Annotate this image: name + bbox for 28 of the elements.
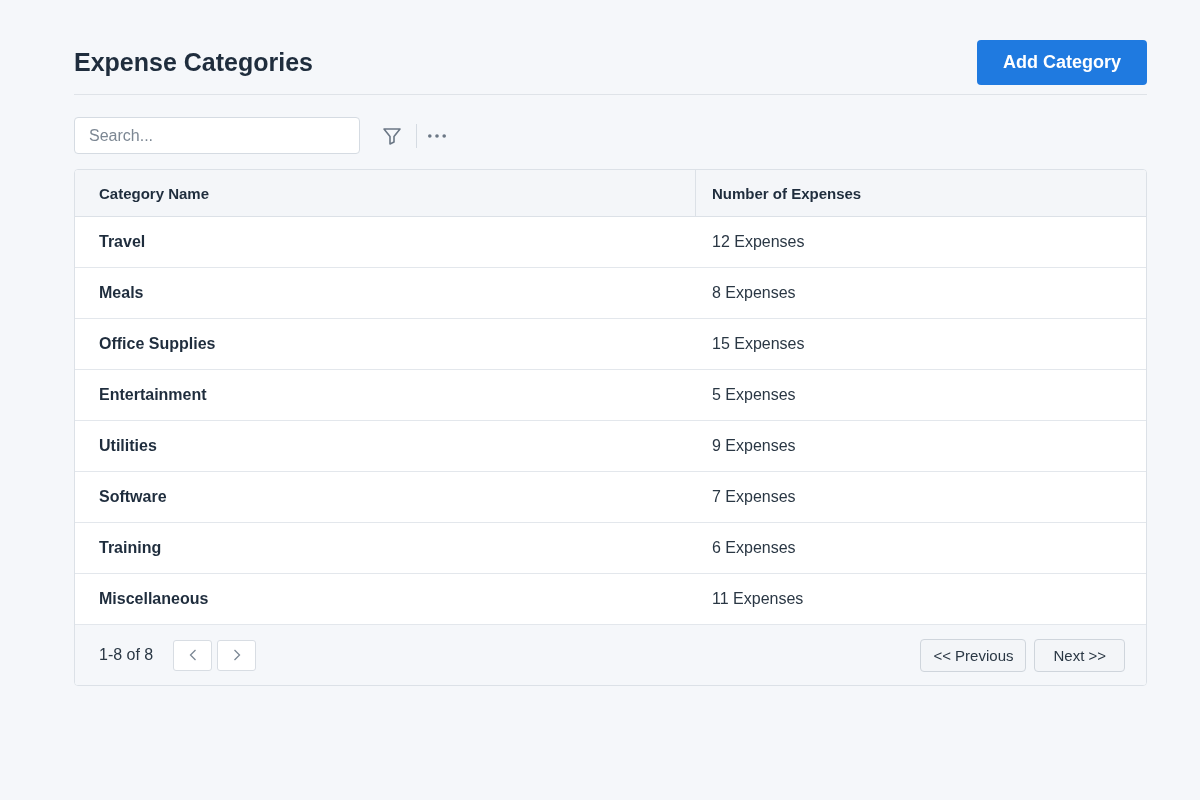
category-name-cell-text: Office Supplies — [98, 334, 217, 354]
expense-count-cell-text: 8 Expenses — [711, 283, 797, 303]
next-button[interactable]: Next >> — [1034, 638, 1125, 672]
search-field[interactable]: Search... — [74, 117, 360, 154]
column-header: Category Name — [98, 183, 211, 204]
add-category-button[interactable]: Add Category — [977, 40, 1147, 85]
chevron-left-icon — [188, 649, 197, 661]
more-icon[interactable] — [428, 133, 446, 138]
expense-count-cell-text: 9 Expenses — [711, 436, 797, 456]
chevron-right-icon — [232, 649, 241, 661]
category-name-cell-text: Meals — [98, 283, 145, 303]
expense-count-cell-text: 15 Expenses — [711, 334, 806, 354]
category-name-cell-text: Miscellaneous — [98, 589, 210, 609]
expense-count-cell-text: 6 Expenses — [711, 538, 797, 558]
previous-button[interactable]: << Previous — [920, 638, 1027, 672]
expense-count-cell-text: 7 Expenses — [711, 487, 797, 507]
category-name-cell-text: Entertainment — [98, 385, 208, 405]
expense-count-cell-text: 12 Expenses — [711, 232, 806, 252]
expense-count-cell-text: 5 Expenses — [711, 385, 797, 405]
category-name-cell-text: Training — [98, 538, 163, 558]
category-name-cell-text: Software — [98, 487, 168, 507]
category-name-cell-text: Travel — [98, 232, 147, 252]
column-header: Number of Expenses — [695, 170, 1146, 216]
category-name-cell-text: Utilities — [98, 436, 158, 456]
page-title: Expense Categories — [74, 48, 313, 77]
expense-count-cell-text: 11 Expenses — [711, 589, 805, 609]
page-range-text: 1-8 of 8 — [99, 646, 154, 664]
filter-icon[interactable] — [382, 125, 402, 146]
